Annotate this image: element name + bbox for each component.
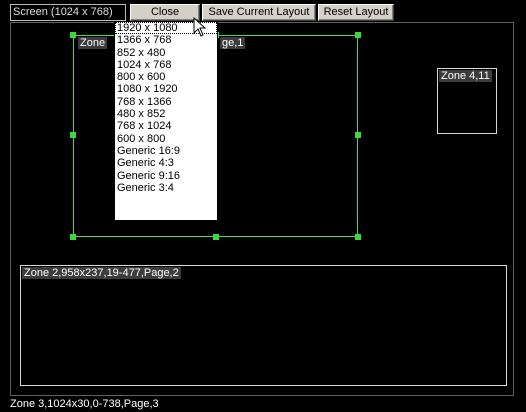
resolution-option[interactable]: Generic 16:9 [115, 145, 217, 157]
resize-handle-se[interactable] [355, 234, 361, 240]
close-button[interactable]: Close [130, 4, 200, 21]
resize-handle-e[interactable] [355, 132, 361, 138]
resolution-option[interactable]: 852 x 480 [115, 47, 217, 59]
resize-handle-w[interactable] [70, 132, 76, 138]
resolution-option[interactable]: 800 x 600 [115, 71, 217, 83]
resolution-option[interactable]: 480 x 852 [115, 108, 217, 120]
resolution-option[interactable]: 1080 x 1920 [115, 83, 217, 95]
resolution-option[interactable]: 768 x 1366 [115, 96, 217, 108]
toolbar: Screen (1024 x 768) Close Save Current L… [0, 0, 526, 22]
resolution-option[interactable]: Generic 4:3 [115, 157, 217, 169]
zone-1-label-suffix: ge,1 [220, 37, 246, 49]
screen-size-select[interactable]: Screen (1024 x 768) [10, 4, 126, 21]
zone-1-label-prefix: Zone [78, 37, 108, 49]
resolution-dropdown-list[interactable]: 1920 x 1080 1366 x 768 852 x 480 1024 x 768… [114, 21, 218, 221]
zone-4-label: Zone 4,11 [439, 70, 492, 82]
save-layout-button[interactable]: Save Current Layout [202, 4, 316, 21]
reset-layout-button[interactable]: Reset Layout [318, 4, 394, 21]
resolution-option[interactable]: 600 x 800 [115, 133, 217, 145]
resize-handle-nw[interactable] [70, 32, 76, 38]
zone-3[interactable]: Zone 3,1024x30,0-738,Page,3 [8, 397, 161, 411]
resolution-option[interactable]: Generic 3:4 [115, 182, 217, 194]
resolution-option[interactable]: Generic 9:16 [115, 170, 217, 182]
resize-handle-ne[interactable] [355, 32, 361, 38]
mouse-pointer-icon [193, 17, 207, 37]
zone-3-label: Zone 3,1024x30,0-738,Page,3 [10, 398, 159, 410]
resize-handle-s[interactable] [213, 234, 219, 240]
resolution-option[interactable]: 768 x 1024 [115, 120, 217, 132]
resolution-option[interactable]: 1024 x 768 [115, 59, 217, 71]
zone-2-label: Zone 2,958x237,19-477,Page,2 [22, 267, 181, 279]
resize-handle-sw[interactable] [70, 234, 76, 240]
zone-2[interactable]: Zone 2,958x237,19-477,Page,2 [20, 265, 507, 386]
zone-4[interactable]: Zone 4,11 [437, 68, 497, 134]
